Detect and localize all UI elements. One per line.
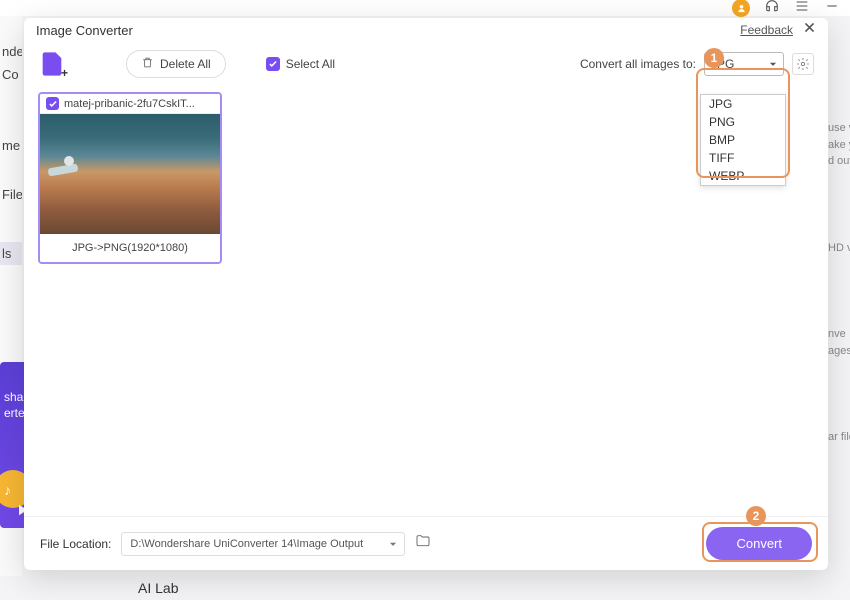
folder-icon bbox=[415, 533, 431, 549]
convert-button[interactable]: Convert bbox=[706, 527, 812, 560]
thumbnail-conversion-info: JPG->PNG(1920*1080) bbox=[40, 234, 220, 262]
trash-icon bbox=[141, 56, 154, 72]
app-header bbox=[0, 0, 850, 16]
user-avatar-icon[interactable] bbox=[732, 0, 750, 17]
add-image-button[interactable]: + bbox=[38, 50, 66, 78]
support-icon[interactable] bbox=[764, 0, 780, 19]
modal-header: Image Converter Feedback bbox=[24, 18, 828, 42]
file-location-label: File Location: bbox=[40, 537, 111, 551]
format-option-jpg[interactable]: JPG bbox=[701, 95, 785, 113]
modal-title: Image Converter bbox=[36, 23, 133, 38]
close-icon[interactable] bbox=[803, 21, 816, 39]
chevron-down-icon bbox=[768, 59, 778, 69]
format-option-png[interactable]: PNG bbox=[701, 113, 785, 131]
minimize-icon[interactable] bbox=[824, 0, 840, 19]
bg-text-fragments: use vake yd out HD v nveages ar file bbox=[828, 120, 850, 516]
chevron-down-icon bbox=[388, 539, 398, 549]
plus-icon: + bbox=[61, 66, 68, 80]
format-dropdown: JPG PNG BMP TIFF WEBP bbox=[700, 94, 786, 186]
delete-all-button[interactable]: Delete All bbox=[126, 50, 226, 78]
thumbnail-preview bbox=[40, 114, 220, 234]
select-all-label: Select All bbox=[286, 57, 335, 71]
gear-icon bbox=[796, 57, 810, 71]
format-option-webp[interactable]: WEBP bbox=[701, 167, 785, 185]
image-thumbnail[interactable]: matej-pribanic-2fu7CskIT... JPG->PNG(192… bbox=[38, 92, 222, 264]
convert-to-group: Convert all images to: JPG bbox=[580, 52, 814, 76]
file-location-value: D:\Wondershare UniConverter 14\Image Out… bbox=[130, 538, 363, 550]
feedback-link[interactable]: Feedback bbox=[740, 23, 793, 37]
format-option-tiff[interactable]: TIFF bbox=[701, 149, 785, 167]
thumbnail-header: matej-pribanic-2fu7CskIT... bbox=[40, 94, 220, 114]
format-option-bmp[interactable]: BMP bbox=[701, 131, 785, 149]
select-all-checkbox[interactable]: Select All bbox=[266, 57, 335, 71]
file-location-select[interactable]: D:\Wondershare UniConverter 14\Image Out… bbox=[121, 532, 405, 556]
convert-to-label: Convert all images to: bbox=[580, 57, 696, 71]
thumbnail-filename: matej-pribanic-2fu7CskIT... bbox=[64, 98, 214, 110]
menu-icon[interactable] bbox=[794, 0, 810, 19]
thumbnail-checkbox[interactable] bbox=[46, 97, 59, 110]
modal-footer: File Location: D:\Wondershare UniConvert… bbox=[24, 516, 828, 570]
bg-ai-lab-label[interactable]: AI Lab bbox=[138, 580, 178, 596]
callout-2-badge: 2 bbox=[746, 506, 766, 526]
callout-1-badge: 1 bbox=[704, 48, 724, 68]
image-converter-modal: Image Converter Feedback + Delete All Se… bbox=[24, 18, 828, 570]
settings-button[interactable] bbox=[792, 53, 814, 75]
checkbox-icon bbox=[266, 57, 280, 71]
delete-all-label: Delete All bbox=[160, 57, 211, 71]
open-folder-button[interactable] bbox=[415, 533, 431, 554]
